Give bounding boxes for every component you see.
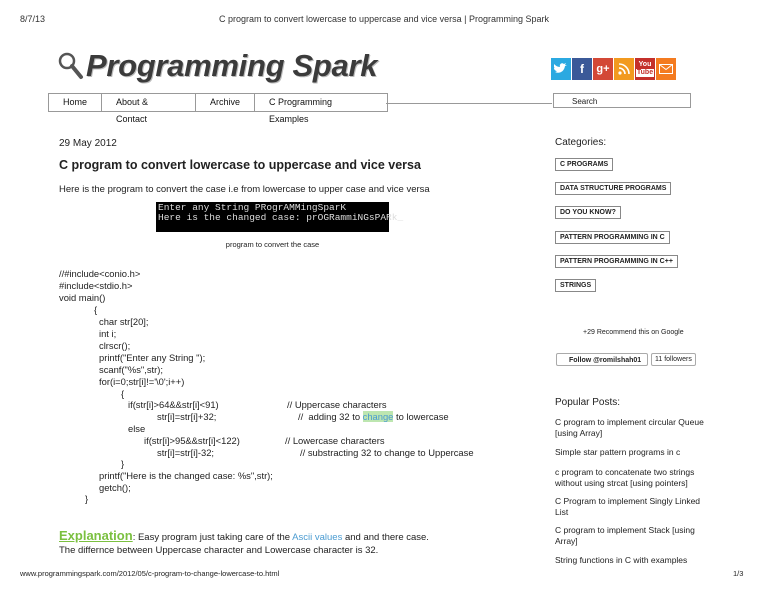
- code-line: #include<stdio.h>: [59, 280, 133, 291]
- code-comment: // Uppercase characters: [287, 399, 387, 410]
- categories-title: Categories:: [555, 137, 607, 148]
- social-icons: f g+ You Tube: [551, 58, 676, 80]
- comment-text: // adding 32 to: [298, 411, 363, 422]
- code-line: clrscr();: [99, 340, 131, 351]
- nav-c-programming-examples[interactable]: C Programming Examples: [255, 94, 387, 124]
- category-do-you-know[interactable]: DO YOU KNOW?: [555, 206, 621, 219]
- code-line: void main(): [59, 292, 106, 303]
- category-pattern-programming-c[interactable]: PATTERN PROGRAMMING IN C: [555, 231, 670, 244]
- image-caption: program to convert the case: [225, 240, 320, 249]
- code-line: {: [94, 304, 98, 315]
- email-icon[interactable]: [656, 58, 676, 80]
- code-comment: // substracting 32 to change to Uppercas…: [300, 447, 474, 458]
- main-nav: Home About & Contact Archive C Programmi…: [48, 93, 388, 124]
- code-line: }: [85, 493, 89, 504]
- category-pattern-programming-cpp[interactable]: PATTERN PROGRAMMING IN C++: [555, 255, 678, 268]
- code-line: for(i=0;str[i]!='\0';i++): [99, 376, 185, 387]
- popular-post-link[interactable]: C program to implement Stack [using Arra…: [555, 525, 705, 547]
- site-logo[interactable]: Programming Spark: [56, 48, 378, 84]
- post-date: 29 May 2012: [59, 138, 117, 149]
- explanation-line2: The differnce between Uppercase characte…: [59, 545, 379, 556]
- popular-posts-title: Popular Posts:: [555, 397, 621, 408]
- category-data-structure-programs[interactable]: DATA STRUCTURE PROGRAMS: [555, 182, 672, 195]
- code-comment: // adding 32 to change to lowercase: [298, 411, 449, 422]
- post-title[interactable]: C program to convert lowercase to upperc…: [59, 158, 421, 172]
- explanation-text: and and there case.: [342, 532, 429, 543]
- code-line: scanf("%s",str);: [99, 364, 163, 375]
- change-link[interactable]: change: [362, 411, 394, 422]
- post-intro: Here is the program to convert the case …: [59, 184, 430, 195]
- nav-divider: [386, 103, 552, 104]
- popular-post-link[interactable]: C Program to implement Singly Linked Lis…: [555, 496, 705, 518]
- youtube-icon[interactable]: You Tube: [635, 58, 655, 80]
- nav-archive[interactable]: Archive: [196, 94, 255, 111]
- code-line: else: [128, 423, 146, 434]
- popular-post-link[interactable]: c program to concatenate two strings wit…: [555, 467, 705, 489]
- popular-post-link[interactable]: C program to implement circular Queue [u…: [555, 417, 705, 439]
- code-line: getch();: [99, 482, 131, 493]
- rss-icon[interactable]: [614, 58, 634, 80]
- category-strings[interactable]: STRINGS: [555, 279, 597, 292]
- followers-count: 11 followers: [651, 353, 696, 366]
- follow-button[interactable]: Follow @romilshah01: [556, 353, 648, 366]
- google-plus-icon[interactable]: g+: [593, 58, 613, 80]
- code-line: }: [121, 458, 125, 469]
- nav-home[interactable]: Home: [49, 94, 103, 111]
- footer-url: www.programmingspark.com/2012/05/c-progr…: [20, 569, 280, 578]
- code-line: printf("Here is the changed case: %s",st…: [99, 470, 273, 481]
- site-title: Programming Spark: [86, 48, 378, 83]
- code-line: str[i]=str[i]-32;: [157, 447, 215, 458]
- popular-post-link[interactable]: String functions in C with examples: [555, 555, 705, 566]
- code-comment: // Lowercase characters: [285, 435, 385, 446]
- facebook-icon[interactable]: f: [572, 58, 592, 80]
- code-line: //#include<conio.h>: [59, 268, 141, 279]
- code-line: if(str[i]>95&&str[i]<122): [144, 435, 240, 446]
- footer-page-number: 1/3: [733, 569, 744, 578]
- search-input[interactable]: Search: [553, 93, 691, 108]
- magnifier-icon: [58, 52, 83, 79]
- print-title: C program to convert lowercase to upperc…: [219, 14, 549, 24]
- nav-about-contact[interactable]: About & Contact: [102, 94, 196, 124]
- code-line: char str[20];: [99, 316, 149, 327]
- google-recommend[interactable]: +29 Recommend this on Google: [583, 329, 684, 336]
- code-line: printf("Enter any String ");: [99, 352, 206, 363]
- code-line: str[i]=str[i]+32;: [157, 411, 217, 422]
- explanation-text: : Easy program just taking care of the: [132, 532, 293, 543]
- category-c-programs[interactable]: C PROGRAMS: [555, 158, 614, 171]
- popular-post-link[interactable]: Simple star pattern programs in c: [555, 447, 705, 458]
- code-line: {: [121, 388, 125, 399]
- explanation: Explanation: Easy program just taking ca…: [59, 528, 429, 543]
- comment-text: to lowercase: [393, 411, 449, 422]
- ascii-values-link[interactable]: Ascii values: [292, 532, 342, 543]
- explanation-heading[interactable]: Explanation: [59, 528, 133, 543]
- code-line: if(str[i]>64&&str[i]<91): [128, 399, 219, 410]
- console-screenshot: Enter any String PRogrAMMingSparK Here i…: [156, 202, 403, 232]
- twitter-icon[interactable]: [551, 58, 571, 80]
- code-line: int i;: [99, 328, 117, 339]
